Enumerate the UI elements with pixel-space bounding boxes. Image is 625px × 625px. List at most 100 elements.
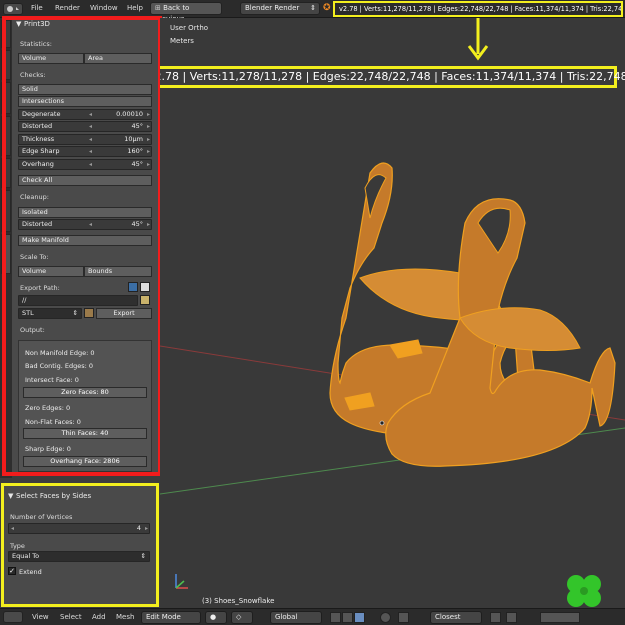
editor-type-icon[interactable] <box>3 611 23 623</box>
number-of-vertices-field[interactable]: ◂ 4 ▸ <box>8 523 150 534</box>
render-preview-icon[interactable] <box>490 612 501 623</box>
snap-target-dropdown[interactable]: Closest <box>430 611 482 624</box>
back-icon: ⊞ <box>155 4 164 12</box>
select-faces-operator-panel: ▼ Select Faces by Sides Number of Vertic… <box>4 486 156 604</box>
area-button[interactable]: Area <box>84 53 152 64</box>
edge-sharp-field[interactable]: Edge Sharp ◂ 160° ▸ <box>18 146 152 157</box>
save-icon[interactable] <box>140 282 150 292</box>
menu-file[interactable]: File <box>31 4 43 12</box>
export-format-dropdown[interactable]: STL ⇕ <box>18 308 82 319</box>
tab-create[interactable] <box>1 50 11 80</box>
panel-collapse-icon[interactable]: ▼ <box>16 20 21 28</box>
edge-select-icon[interactable] <box>342 612 353 623</box>
export-button[interactable]: Export <box>96 308 152 319</box>
pivot-point-dropdown[interactable]: ◇ <box>231 611 253 624</box>
volume-button[interactable]: Volume <box>18 53 84 64</box>
zero-edges-text: Zero Edges: 0 <box>25 404 71 412</box>
menu-mesh[interactable]: Mesh <box>116 613 134 621</box>
dropdown-arrow-icon: ⇕ <box>72 309 78 317</box>
overhang-face-button[interactable]: Overhang Face: 2806 <box>23 456 147 467</box>
increment-icon[interactable]: ▸ <box>147 135 150 144</box>
transform-orientation-dropdown[interactable]: Global <box>270 611 322 624</box>
isolated-button[interactable]: Isolated <box>18 207 152 218</box>
pivot-icon: ◇ <box>236 613 242 621</box>
check-all-button[interactable]: Check All <box>18 175 152 186</box>
type-dropdown[interactable]: Equal To ⇕ <box>8 551 150 562</box>
menu-view[interactable]: View <box>32 613 49 621</box>
decrement-icon[interactable]: ◂ <box>89 160 92 169</box>
degenerate-field[interactable]: Degenerate ◂ 0.00010 ▸ <box>18 109 152 120</box>
cleanup-distorted-field[interactable]: Distorted ◂ 45° ▸ <box>18 219 152 230</box>
increment-icon[interactable]: ▸ <box>147 160 150 169</box>
render-engine-dropdown[interactable]: Blender Render ⇕ <box>240 2 320 15</box>
shading-dropdown[interactable]: ● <box>205 611 227 624</box>
camera-icon[interactable] <box>506 612 517 623</box>
menu-select[interactable]: Select <box>60 613 82 621</box>
menu-render[interactable]: Render <box>55 4 80 12</box>
scale-bounds-button[interactable]: Bounds <box>84 266 152 277</box>
decrement-icon[interactable]: ◂ <box>11 524 14 533</box>
decrement-icon[interactable]: ◂ <box>89 147 92 156</box>
editor-type-icon[interactable] <box>3 3 23 15</box>
tab-relations[interactable] <box>1 82 11 114</box>
decrement-icon[interactable]: ◂ <box>89 122 92 131</box>
menu-help[interactable]: Help <box>127 4 143 12</box>
decrement-icon[interactable]: ◂ <box>89 220 92 229</box>
file-browser-icon[interactable] <box>128 282 138 292</box>
solid-shading-icon: ● <box>210 613 217 621</box>
thickness-field[interactable]: Thickness ◂ 10μm ▸ <box>18 134 152 145</box>
increment-icon[interactable]: ▸ <box>145 524 148 533</box>
solid-button[interactable]: Solid <box>18 84 152 95</box>
dropdown-arrow-icon: ⇕ <box>310 4 316 12</box>
extend-label: Extend <box>19 568 42 576</box>
overhang-field[interactable]: Overhang ◂ 45° ▸ <box>18 159 152 170</box>
dropdown-arrow-icon: ⇕ <box>140 552 146 560</box>
snap-icon[interactable] <box>398 612 409 623</box>
increment-icon[interactable]: ▸ <box>147 110 150 119</box>
viewport-header: View Select Add Mesh Edit Mode ● ◇ Globa… <box>0 608 625 625</box>
non-flat-faces-text: Non-Flat Faces: 0 <box>25 418 81 426</box>
tab-shading-uvs[interactable] <box>1 116 11 156</box>
tab-3d-printing[interactable] <box>1 234 11 274</box>
operator-title: Select Faces by Sides <box>16 492 92 500</box>
increment-icon[interactable]: ▸ <box>147 147 150 156</box>
scene-statistics: v2.78 | Verts:11,278/11,278 | Edges:22,7… <box>333 1 623 17</box>
tab-options[interactable] <box>1 158 11 188</box>
statistics-callout: v2.78 | Verts:11,278/11,278 | Edges:22,7… <box>160 66 625 88</box>
face-select-icon[interactable] <box>354 612 365 623</box>
proportional-edit-icon[interactable] <box>380 612 391 623</box>
vertex-select-icon[interactable] <box>330 612 341 623</box>
export-path-input[interactable]: // <box>18 295 138 306</box>
decrement-icon[interactable]: ◂ <box>89 110 92 119</box>
tab-grease-pencil[interactable] <box>1 190 11 232</box>
info-header: File Render Window Help ⊞ Back to Previo… <box>0 0 625 23</box>
distorted-field[interactable]: Distorted ◂ 45° ▸ <box>18 121 152 132</box>
make-manifold-button[interactable]: Make Manifold <box>18 235 152 246</box>
blender-logo-icon: ✪ <box>323 3 331 13</box>
layer-buttons-icon[interactable] <box>540 612 580 623</box>
intersections-button[interactable]: Intersections <box>18 96 152 107</box>
mode-dropdown[interactable]: Edit Mode <box>141 611 201 624</box>
panel-title: Print3D <box>24 20 50 28</box>
scale-to-label: Scale To: <box>20 253 49 261</box>
menu-window[interactable]: Window <box>90 4 118 12</box>
decrement-icon[interactable]: ◂ <box>89 135 92 144</box>
3d-viewport[interactable]: User Ortho Meters v2.78 | Verts:11,278/1… <box>160 18 625 608</box>
folder-icon[interactable] <box>140 295 150 305</box>
thin-faces-button[interactable]: Thin Faces: 40 <box>23 428 147 439</box>
axis-gizmo-icon <box>175 574 188 589</box>
increment-icon[interactable]: ▸ <box>147 220 150 229</box>
scale-volume-button[interactable]: Volume <box>18 266 84 277</box>
number-of-vertices-label: Number of Vertices <box>10 513 73 521</box>
output-box: Non Manifold Edge: 0 Bad Contig. Edges: … <box>18 340 152 472</box>
statistics-label: Statistics: <box>20 40 52 48</box>
extend-checkbox[interactable]: ✓ <box>8 567 16 575</box>
bad-contig-edges-text: Bad Contig. Edges: 0 <box>25 362 94 370</box>
menu-add[interactable]: Add <box>92 613 106 621</box>
back-to-previous-button[interactable]: ⊞ Back to Previous <box>150 2 222 23</box>
increment-icon[interactable]: ▸ <box>147 122 150 131</box>
scene-overlay <box>160 18 625 607</box>
tab-tools[interactable] <box>1 20 11 48</box>
zero-faces-button[interactable]: Zero Faces: 80 <box>23 387 147 398</box>
panel-collapse-icon[interactable]: ▼ <box>8 492 13 500</box>
